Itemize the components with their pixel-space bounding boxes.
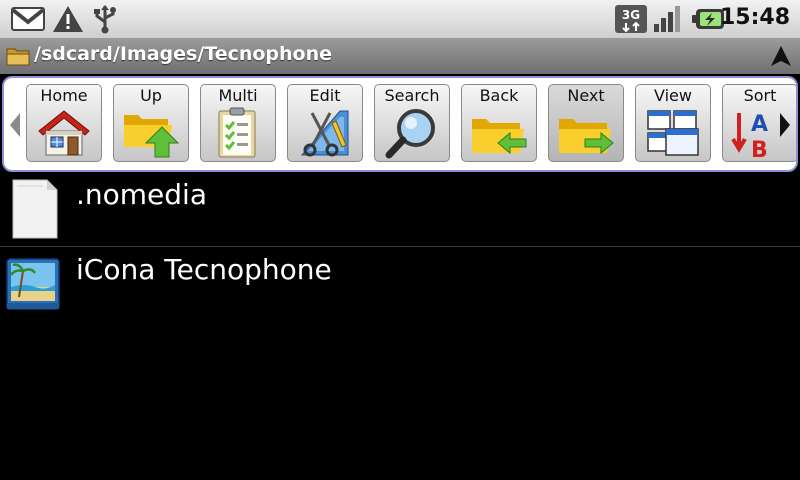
svg-text:B: B bbox=[751, 138, 768, 159]
svg-text:A: A bbox=[751, 112, 768, 137]
next-button-label: Next bbox=[567, 86, 605, 105]
status-bar: 3G 15:48 bbox=[0, 0, 800, 39]
edit-tools-icon bbox=[300, 110, 349, 157]
home-button[interactable]: Home bbox=[26, 84, 102, 162]
home-icon bbox=[38, 110, 90, 156]
up-button-label: Up bbox=[140, 86, 162, 105]
usb-icon bbox=[94, 5, 116, 34]
clipboard-check-icon bbox=[218, 107, 256, 158]
blank-file-icon bbox=[12, 179, 58, 239]
edit-button-label: Edit bbox=[309, 86, 341, 105]
file-name: iCona Tecnophone bbox=[76, 253, 332, 286]
clock: 15:48 bbox=[719, 5, 790, 30]
file-name: .nomedia bbox=[76, 178, 207, 211]
toolbar-buttons: Home Up Multi Edit Search Back Next View… bbox=[26, 84, 796, 164]
next-button[interactable]: Next bbox=[548, 84, 624, 162]
toolbar: Home Up Multi Edit Search Back Next View… bbox=[2, 76, 798, 172]
search-button[interactable]: Search bbox=[374, 84, 450, 162]
scroll-left-icon[interactable] bbox=[8, 112, 22, 138]
path-bar: /sdcard/Images/Tecnophone bbox=[0, 38, 800, 74]
back-button-label: Back bbox=[479, 86, 519, 105]
svg-text:3G: 3G bbox=[622, 8, 640, 22]
navigate-up-icon[interactable] bbox=[770, 45, 792, 67]
image-file-icon bbox=[6, 258, 60, 310]
multi-button[interactable]: Multi bbox=[200, 84, 276, 162]
folder-icon bbox=[6, 48, 30, 66]
view-button-label: View bbox=[654, 86, 692, 105]
list-item[interactable]: iCona Tecnophone bbox=[0, 247, 800, 321]
list-item[interactable]: .nomedia bbox=[0, 172, 800, 247]
back-button[interactable]: Back bbox=[461, 84, 537, 162]
folder-back-icon bbox=[472, 119, 527, 155]
view-windows-icon bbox=[647, 110, 699, 156]
folder-up-icon bbox=[124, 115, 180, 158]
folder-next-icon bbox=[559, 119, 614, 155]
home-button-label: Home bbox=[40, 86, 88, 105]
signal-icon bbox=[654, 6, 680, 32]
edit-button[interactable]: Edit bbox=[287, 84, 363, 162]
multi-button-label: Multi bbox=[218, 86, 258, 105]
current-path: /sdcard/Images/Tecnophone bbox=[34, 43, 333, 65]
up-button[interactable]: Up bbox=[113, 84, 189, 162]
magnifier-icon bbox=[385, 109, 435, 159]
3g-data-icon: 3G bbox=[615, 5, 647, 33]
search-button-label: Search bbox=[384, 86, 440, 105]
gmail-icon bbox=[11, 7, 45, 31]
view-button[interactable]: View bbox=[635, 84, 711, 162]
sort-button-label: Sort bbox=[743, 86, 777, 105]
file-list: .nomedia iCona Tecnophone bbox=[0, 172, 800, 321]
warning-icon bbox=[53, 6, 83, 32]
scroll-right-icon[interactable] bbox=[778, 112, 792, 138]
